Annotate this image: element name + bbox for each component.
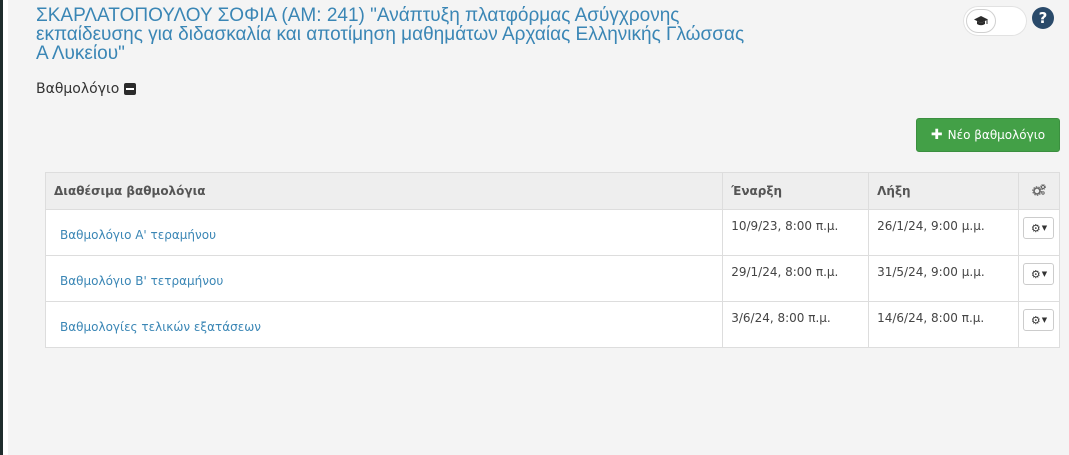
name-cell: Βαθμολόγιο Α' τεραμήνου bbox=[44, 209, 724, 256]
gradebook-section-toggle[interactable]: Βαθμολόγιο bbox=[36, 81, 137, 97]
table-row: Βαθμολογίες τελικών εξατάσεων 3/6/24, 8:… bbox=[44, 301, 1061, 348]
gear-icon: ⚙ bbox=[1030, 267, 1041, 281]
student-view-toggle[interactable] bbox=[963, 6, 1027, 36]
table-row: Βαθμολόγιο Β' τετραμήνου 29/1/24, 8:00 π… bbox=[44, 255, 1061, 302]
row-actions-dropdown[interactable]: ⚙ ▼ bbox=[1023, 263, 1055, 285]
actions-cell: ⚙ ▼ bbox=[1017, 255, 1061, 302]
end-cell: 31/5/24, 9:00 μ.μ. bbox=[868, 255, 1019, 302]
header-name: Διαθέσιμα βαθμολόγια bbox=[44, 172, 724, 210]
header-actions bbox=[1017, 172, 1061, 210]
graduation-cap-icon bbox=[966, 9, 996, 33]
header-start: Έναρξη bbox=[722, 172, 870, 210]
new-gradebook-label: Νέο βαθμολόγιο bbox=[947, 128, 1046, 142]
name-cell: Βαθμολογίες τελικών εξατάσεων bbox=[44, 301, 724, 348]
gear-icon: ⚙ bbox=[1030, 221, 1041, 235]
gear-icon: ⚙ bbox=[1030, 313, 1041, 327]
gradebook-link[interactable]: Βαθμολόγιο Β' τετραμήνου bbox=[54, 270, 223, 288]
name-cell: Βαθμολόγιο Β' τετραμήνου bbox=[44, 255, 724, 302]
gears-icon bbox=[1032, 183, 1046, 196]
end-cell: 14/6/24, 8:00 π.μ. bbox=[868, 301, 1019, 348]
row-actions-dropdown[interactable]: ⚙ ▼ bbox=[1023, 217, 1055, 239]
gradebook-link[interactable]: Βαθμολογίες τελικών εξατάσεων bbox=[54, 316, 261, 334]
section-title: Βαθμολόγιο bbox=[36, 81, 120, 97]
main-content: ΣΚΑΡΛΑΤΟΠΟΥΛΟΥ ΣΟΦΙΑ (ΑΜ: 241) "Ανάπτυξη… bbox=[8, 0, 1069, 455]
actions-cell: ⚙ ▼ bbox=[1017, 209, 1061, 256]
question-circle-icon: ? bbox=[1038, 9, 1048, 27]
caret-down-icon: ▼ bbox=[1041, 316, 1048, 324]
caret-down-icon: ▼ bbox=[1041, 224, 1048, 232]
actions-cell: ⚙ ▼ bbox=[1017, 301, 1061, 348]
table-row: Βαθμολόγιο Α' τεραμήνου 10/9/23, 8:00 π.… bbox=[44, 209, 1061, 256]
header-end: Λήξη bbox=[868, 172, 1019, 210]
table-header-row: Διαθέσιμα βαθμολόγια Έναρξη Λήξη bbox=[44, 172, 1061, 210]
help-button[interactable]: ? bbox=[1032, 7, 1054, 29]
course-title: ΣΚΑΡΛΑΤΟΠΟΥΛΟΥ ΣΟΦΙΑ (ΑΜ: 241) "Ανάπτυξη… bbox=[36, 5, 745, 64]
gradebook-link[interactable]: Βαθμολόγιο Α' τεραμήνου bbox=[54, 224, 216, 242]
start-cell: 29/1/24, 8:00 π.μ. bbox=[722, 255, 870, 302]
row-actions-dropdown[interactable]: ⚙ ▼ bbox=[1023, 309, 1055, 331]
end-cell: 26/1/24, 9:00 μ.μ. bbox=[868, 209, 1019, 256]
start-cell: 10/9/23, 8:00 π.μ. bbox=[722, 209, 870, 256]
gradebooks-table: Διαθέσιμα βαθμολόγια Έναρξη Λήξη Βαθμολό… bbox=[44, 172, 1061, 348]
new-gradebook-button[interactable]: ✚ Νέο βαθμολόγιο bbox=[916, 118, 1060, 152]
start-cell: 3/6/24, 8:00 π.μ. bbox=[722, 301, 870, 348]
minus-square-icon[interactable] bbox=[124, 83, 137, 95]
left-border bbox=[0, 0, 3, 455]
plus-icon: ✚ bbox=[930, 127, 943, 143]
caret-down-icon: ▼ bbox=[1041, 270, 1048, 278]
